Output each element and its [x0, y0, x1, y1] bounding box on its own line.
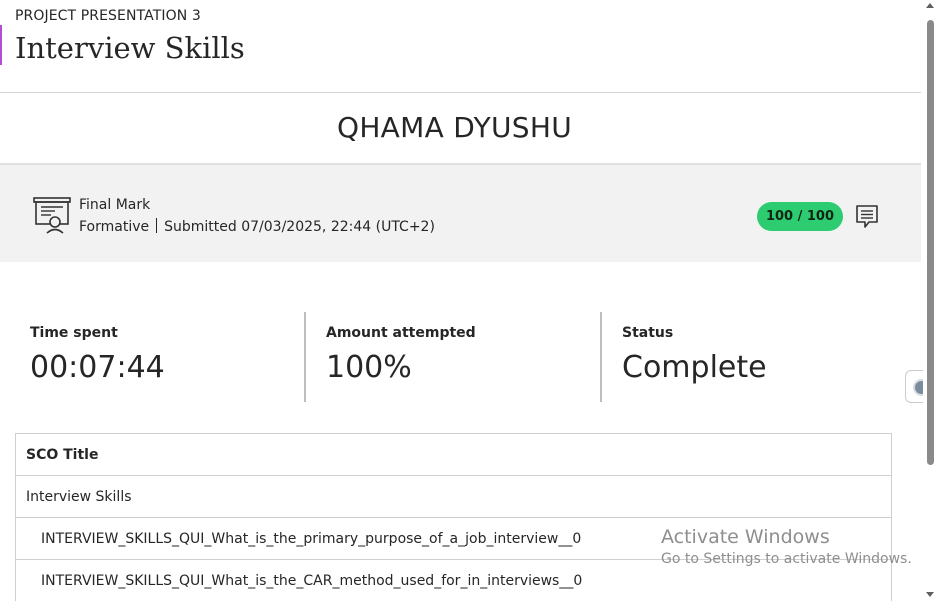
meta-separator	[156, 218, 158, 233]
final-mark-title: Final Mark	[79, 197, 151, 213]
student-name: QHAMA DYUSHU	[336, 111, 572, 144]
stat-label: Status	[622, 325, 674, 341]
final-mark-meta: Formative Submitted 07/03/2025, 22:44 (UT…	[79, 218, 435, 235]
stat-value: 00:07:44	[30, 350, 165, 385]
assignment-subtitle: PROJECT PRESENTATION 3	[15, 8, 201, 24]
stat-value: 100%	[326, 350, 412, 385]
table-header-sco-title: SCO Title	[16, 434, 891, 476]
certificate-icon	[33, 197, 71, 234]
stat-value: Complete	[622, 350, 767, 385]
scroll-up-arrow-icon[interactable]	[926, 3, 934, 8]
stat-label: Time spent	[30, 325, 118, 341]
table-row: Interview Skills	[16, 476, 891, 518]
feedback-comment-icon[interactable]	[855, 204, 879, 230]
stat-status: Status Complete	[622, 312, 882, 402]
mark-type: Formative	[79, 219, 150, 235]
page-title: Interview Skills	[15, 31, 245, 65]
table-row: INTERVIEW_SKILLS_QUI_What_is_the_CAR_met…	[16, 560, 891, 601]
header-accent-bar	[0, 25, 2, 65]
submitted-timestamp: Submitted 07/03/2025, 22:44 (UTC+2)	[164, 219, 435, 235]
final-mark-panel: Final Mark Formative Submitted 07/03/2025…	[0, 163, 921, 262]
stat-divider	[600, 312, 602, 402]
page-header: PROJECT PRESENTATION 3 Interview Skills	[0, 0, 921, 93]
stat-divider	[304, 312, 306, 402]
table-row: INTERVIEW_SKILLS_QUI_What_is_the_primary…	[16, 518, 891, 560]
sco-table: SCO Title Interview Skills INTERVIEW_SKI…	[15, 433, 892, 601]
stat-amount-attempted: Amount attempted 100%	[326, 312, 586, 402]
stat-time-spent: Time spent 00:07:44	[30, 312, 290, 402]
scroll-down-arrow-icon[interactable]	[926, 592, 934, 597]
scrollbar-thumb[interactable]	[927, 20, 934, 465]
stat-label: Amount attempted	[326, 325, 476, 341]
score-badge: 100 / 100	[757, 202, 843, 231]
vertical-scrollbar[interactable]	[923, 0, 937, 601]
